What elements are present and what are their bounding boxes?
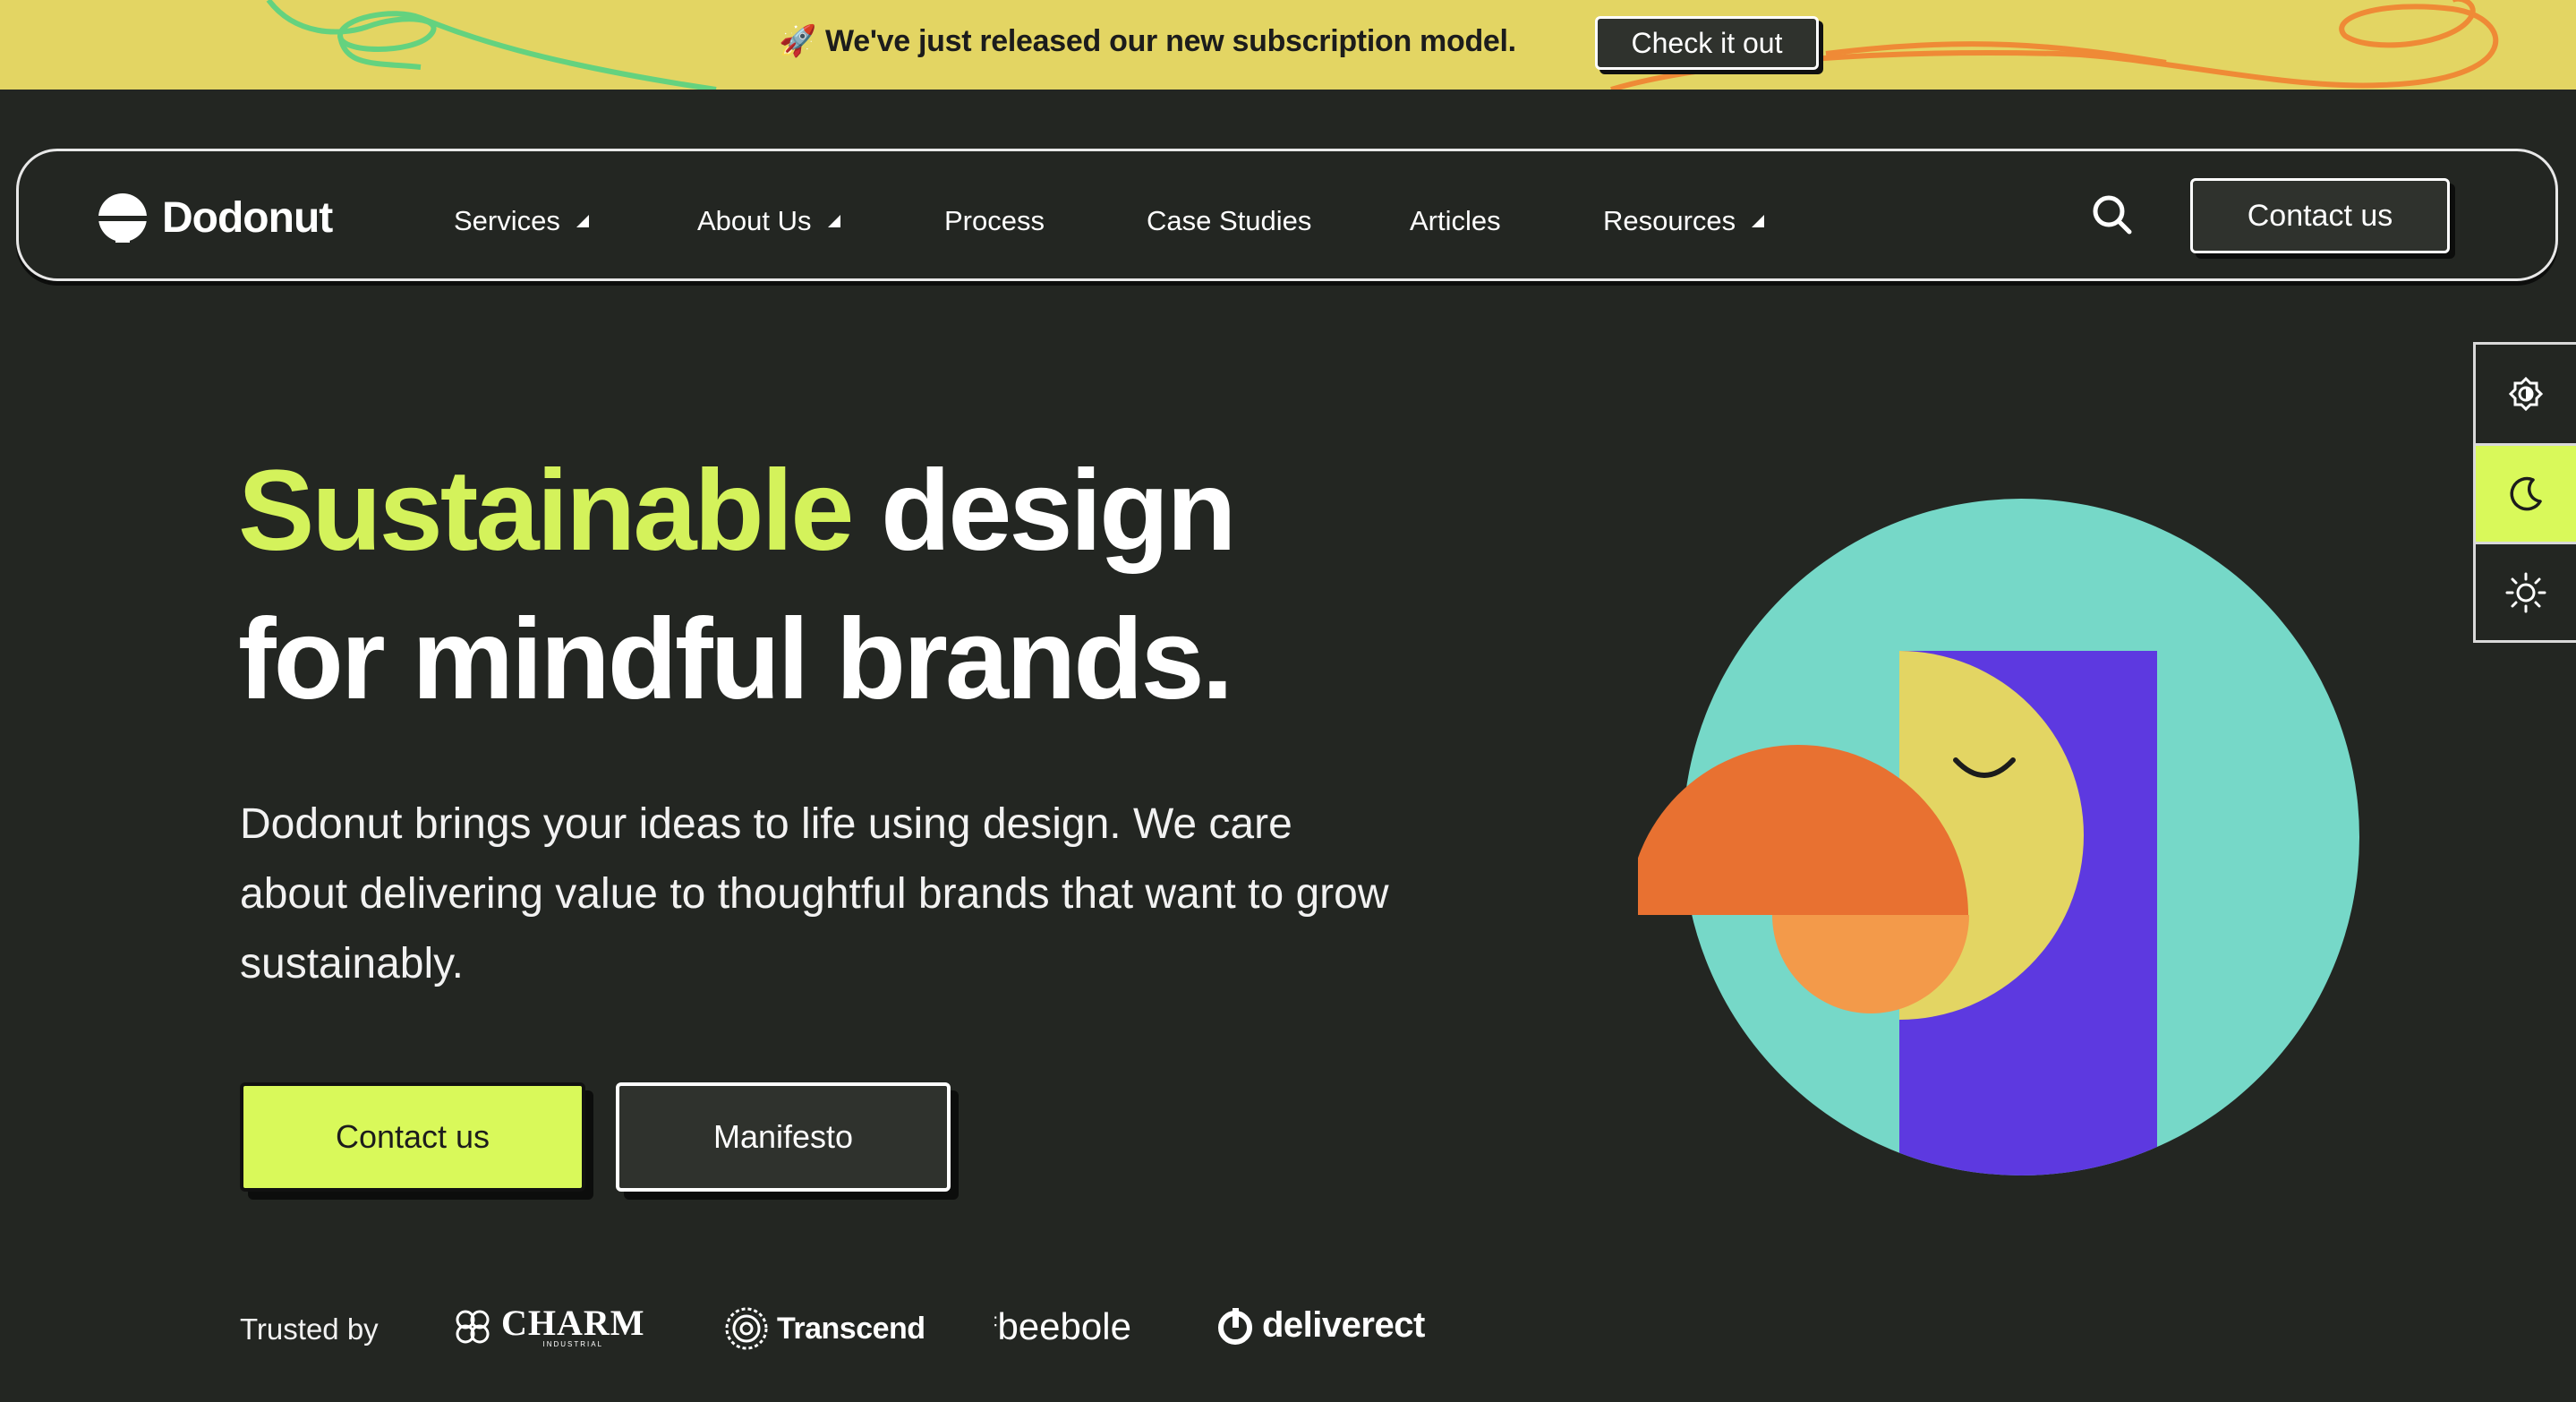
nav-item-label: Resources	[1603, 205, 1736, 236]
client-logo-deliverect: deliverect	[1215, 1305, 1425, 1346]
caret-icon	[827, 215, 840, 227]
moon-icon	[2510, 476, 2542, 510]
hero-title-accent: Sustainable	[238, 447, 854, 575]
main-navigation: Dodonut Services About Us Process Case S…	[16, 149, 2558, 281]
hero-description: Dodonut brings your ideas to life using …	[240, 800, 1389, 987]
search-button[interactable]	[2090, 192, 2135, 237]
nav-item-label: Process	[944, 205, 1045, 236]
nav-item-label: Services	[454, 205, 560, 236]
check-it-out-button[interactable]: Check it out	[1595, 16, 1819, 70]
hero-title: Sustainable design for mindful brands.	[238, 437, 1237, 734]
brand-name: Dodonut	[162, 193, 333, 242]
nav-item-resources[interactable]: Resources	[1603, 205, 1766, 237]
client-name: beebole	[997, 1305, 1131, 1347]
hero-contact-button[interactable]: Contact us	[240, 1082, 585, 1192]
nav-item-about-us[interactable]: About Us	[697, 205, 842, 237]
client-name: deliverect	[1262, 1305, 1425, 1345]
trusted-by-label: Trusted by	[240, 1312, 379, 1346]
nav-contact-button[interactable]: Contact us	[2190, 178, 2450, 253]
search-icon	[2093, 195, 2132, 235]
nav-item-services[interactable]: Services	[454, 205, 591, 237]
rocket-icon: 🚀	[779, 24, 817, 58]
dodonut-logo-icon	[98, 193, 148, 243]
client-logo-beebole: ⁚ beebole	[994, 1305, 1131, 1348]
caret-icon	[576, 215, 589, 227]
client-subtitle: INDUSTRIAL	[542, 1340, 604, 1348]
light-theme-button[interactable]	[2476, 542, 2576, 640]
nav-item-label: Articles	[1410, 205, 1501, 236]
hero-title-line2: for mindful brands.	[238, 595, 1233, 723]
transcend-icon	[725, 1307, 768, 1350]
contrast-theme-button[interactable]	[2476, 345, 2576, 443]
client-name: Transcend	[777, 1311, 925, 1346]
clover-icon	[456, 1310, 490, 1344]
announcement-message: 🚀 We've just released our new subscripti…	[779, 23, 1516, 59]
dark-theme-button[interactable]	[2476, 443, 2576, 542]
nav-item-process[interactable]: Process	[944, 205, 1045, 237]
client-name: CHARM	[501, 1303, 645, 1343]
nav-item-case-studies[interactable]: Case Studies	[1147, 205, 1311, 237]
contrast-icon	[2508, 376, 2544, 412]
deliverect-icon	[1218, 1307, 1252, 1345]
nav-item-label: About Us	[697, 205, 812, 236]
manifesto-button[interactable]: Manifesto	[616, 1082, 951, 1192]
theme-toggle	[2473, 342, 2576, 643]
client-logo-charm: CHARM INDUSTRIAL	[451, 1305, 645, 1348]
client-logo-transcend: Transcend	[723, 1305, 925, 1352]
hero-bird-illustration	[1638, 499, 2359, 1175]
announcement-text: We've just released our new subscription…	[825, 23, 1516, 58]
caret-icon	[1752, 215, 1765, 227]
announcement-bar: 🚀 We've just released our new subscripti…	[0, 0, 2576, 90]
hero-title-line1: design	[851, 447, 1237, 575]
sun-icon	[2505, 572, 2546, 612]
nav-item-label: Case Studies	[1147, 205, 1312, 236]
brand-logo[interactable]: Dodonut	[98, 192, 333, 243]
nav-item-articles[interactable]: Articles	[1410, 205, 1501, 237]
